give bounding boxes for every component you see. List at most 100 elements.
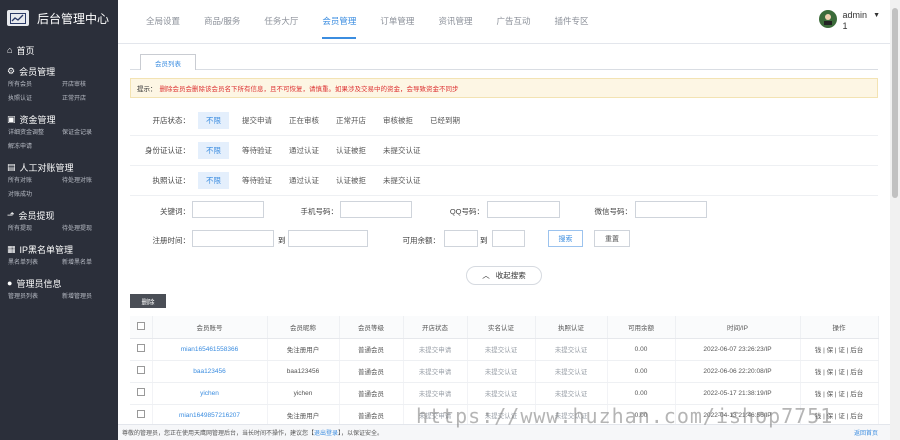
wallet-icon: ▣ bbox=[7, 113, 16, 124]
tab-member-list[interactable]: 会员列表 bbox=[140, 54, 196, 70]
sidebar-group-funds[interactable]: ▣ 资金管理 bbox=[0, 112, 118, 126]
sidebar-link[interactable]: 新增黑名单 bbox=[62, 258, 116, 269]
filter-option[interactable]: 认证被拒 bbox=[336, 173, 366, 188]
row-checkbox[interactable] bbox=[136, 410, 145, 418]
row-actions[interactable]: 钱 | 保 | 证 | 后台 bbox=[800, 360, 879, 383]
logo-icon bbox=[7, 10, 29, 26]
member-account-link[interactable]: mian165461558366 bbox=[152, 338, 268, 361]
reg-time-end-input[interactable] bbox=[288, 230, 368, 247]
back-home-link[interactable]: 返回首页 bbox=[854, 428, 878, 437]
sidebar-group-admins[interactable]: ● 管理员信息 bbox=[0, 276, 118, 290]
filter-option[interactable]: 不限 bbox=[198, 142, 229, 159]
to-label: 到 bbox=[278, 236, 286, 245]
keyword-label: 关键词： bbox=[160, 207, 190, 216]
list-icon: ▦ bbox=[7, 243, 16, 254]
phone-input[interactable] bbox=[340, 201, 412, 218]
table-row: yichen yichen 普通会员 未提交申请 未提交认证 未提交认证 0.0… bbox=[130, 382, 879, 405]
collapse-search-button[interactable]: ︿ 收起搜索 bbox=[466, 266, 542, 285]
col-header: 开店状态 bbox=[403, 316, 468, 339]
col-header: 操作 bbox=[800, 316, 879, 339]
tab-orders[interactable]: 订单管理 bbox=[380, 15, 414, 39]
filter-option[interactable]: 正在审核 bbox=[289, 113, 319, 128]
filter-shop-status: 开店状态： 不限 提交申请 正在审核 正常开店 审核被拒 已经到期 bbox=[130, 106, 878, 136]
filter-option[interactable]: 等待验证 bbox=[242, 143, 272, 158]
sidebar-group-withdraw[interactable]: ⬏ 会员提现 bbox=[0, 208, 118, 222]
tab-members[interactable]: 会员管理 bbox=[322, 15, 357, 39]
sidebar-group-reconcile[interactable]: ▤ 人工对账管理 bbox=[0, 160, 118, 174]
delete-button[interactable]: 删除 bbox=[130, 294, 166, 308]
filter-option[interactable]: 认证被拒 bbox=[336, 143, 366, 158]
filter-option[interactable]: 审核被拒 bbox=[383, 113, 413, 128]
phone-label: 手机号码： bbox=[300, 207, 339, 216]
row-actions[interactable]: 钱 | 保 | 证 | 后台 bbox=[800, 338, 879, 361]
sidebar-link[interactable]: 待处理提现 bbox=[62, 224, 116, 235]
tab-global-settings[interactable]: 全局设置 bbox=[146, 15, 180, 39]
col-header: 时间/IP bbox=[675, 316, 801, 339]
tab-plugins[interactable]: 插件专区 bbox=[554, 15, 588, 39]
wechat-label: 微信号码： bbox=[594, 207, 633, 216]
row-checkbox[interactable] bbox=[136, 344, 145, 352]
row-actions[interactable]: 钱 | 保 | 证 | 后台 bbox=[800, 382, 879, 405]
member-account-link[interactable]: yichen bbox=[152, 382, 268, 405]
sidebar-link[interactable]: 详细资金调整 bbox=[8, 128, 62, 139]
tab-tasks[interactable]: 任务大厅 bbox=[264, 15, 298, 39]
sidebar-link[interactable]: 对账成功 bbox=[8, 190, 62, 201]
filter-option[interactable]: 正常开店 bbox=[336, 113, 366, 128]
sidebar-link[interactable]: 待处理对账 bbox=[62, 176, 116, 187]
main-content: 会员列表 提示： 删除会员会删除该会员名下所有信息，且不可恢复，请慎重。如果涉及… bbox=[118, 44, 890, 427]
col-header: 可用余额 bbox=[607, 316, 676, 339]
sidebar-item-home[interactable]: ⌂ 首页 bbox=[0, 43, 118, 57]
keyword-input[interactable] bbox=[192, 201, 264, 218]
gear-icon: ⚙ bbox=[7, 65, 16, 76]
balance-max-input[interactable] bbox=[492, 230, 525, 247]
tab-products[interactable]: 商品/服务 bbox=[204, 15, 240, 39]
sidebar-link[interactable]: 新增管理员 bbox=[62, 292, 116, 303]
sidebar-link[interactable]: 开店审核 bbox=[62, 80, 116, 91]
sidebar-link[interactable]: 所有对账 bbox=[8, 176, 62, 187]
sidebar-link[interactable]: 所有会员 bbox=[8, 80, 62, 91]
filter-option[interactable]: 已经到期 bbox=[430, 113, 460, 128]
to-label: 到 bbox=[480, 236, 488, 245]
member-account-link[interactable]: baa123456 bbox=[152, 360, 268, 383]
tab-ads[interactable]: 广告互动 bbox=[496, 15, 530, 39]
sidebar-link[interactable]: 解冻申请 bbox=[8, 142, 62, 153]
reg-time-start-input[interactable] bbox=[192, 230, 274, 247]
filter-option[interactable]: 通过认证 bbox=[289, 173, 319, 188]
wechat-input[interactable] bbox=[635, 201, 707, 218]
col-header: 会员账号 bbox=[152, 316, 268, 339]
tab-news[interactable]: 资讯管理 bbox=[438, 15, 472, 39]
sidebar-link[interactable]: 管理员列表 bbox=[8, 292, 62, 303]
select-all-checkbox[interactable] bbox=[136, 321, 145, 330]
sidebar-group-members[interactable]: ⚙ 会员管理 bbox=[0, 64, 118, 78]
filter-option[interactable]: 未提交认证 bbox=[383, 143, 421, 158]
top-nav: 全局设置 商品/服务 任务大厅 会员管理 订单管理 资讯管理 广告互动 插件专区… bbox=[118, 0, 890, 44]
user-menu[interactable]: admin 1 ▼ bbox=[818, 10, 880, 32]
scrollbar-thumb[interactable] bbox=[892, 8, 898, 198]
scrollbar[interactable] bbox=[890, 0, 900, 440]
col-header: 会员等级 bbox=[339, 316, 404, 339]
filter-option[interactable]: 等待验证 bbox=[242, 173, 272, 188]
sidebar-link[interactable]: 正常开店 bbox=[62, 94, 116, 105]
filter-option[interactable]: 提交申请 bbox=[242, 113, 272, 128]
row-checkbox[interactable] bbox=[136, 366, 145, 374]
filter-option[interactable]: 不限 bbox=[198, 172, 229, 189]
sidebar-link[interactable]: 所有提现 bbox=[8, 224, 62, 235]
sidebar-group-ip-blacklist[interactable]: ▦ IP黑名单管理 bbox=[0, 242, 118, 256]
search-button[interactable]: 搜索 bbox=[548, 230, 583, 247]
filter-id-verify: 身份证认证： 不限 等待验证 通过认证 认证被拒 未提交认证 bbox=[130, 136, 878, 166]
sidebar: 后台管理中心 ⌂ 首页 ⚙ 会员管理 所有会员 开店审核 执照认证 正常开店 ▣ 资… bbox=[0, 0, 118, 440]
reset-button[interactable]: 重置 bbox=[594, 230, 630, 247]
filter-option[interactable]: 通过认证 bbox=[289, 143, 319, 158]
sidebar-link[interactable]: 黑名单列表 bbox=[8, 258, 62, 269]
filter-option[interactable]: 不限 bbox=[198, 112, 229, 129]
balance-min-input[interactable] bbox=[444, 230, 478, 247]
member-account-link[interactable]: mian1649857216207 bbox=[152, 404, 268, 427]
filter-option[interactable]: 未提交认证 bbox=[383, 173, 421, 188]
row-checkbox[interactable] bbox=[136, 388, 145, 396]
home-icon: ⌂ bbox=[7, 45, 13, 55]
app-logo: 后台管理中心 bbox=[0, 0, 118, 36]
sidebar-link[interactable]: 保证金记录 bbox=[62, 128, 116, 139]
sidebar-link[interactable]: 执照认证 bbox=[8, 94, 62, 105]
logout-link[interactable]: 退出登录 bbox=[314, 428, 338, 437]
qq-input[interactable] bbox=[487, 201, 560, 218]
